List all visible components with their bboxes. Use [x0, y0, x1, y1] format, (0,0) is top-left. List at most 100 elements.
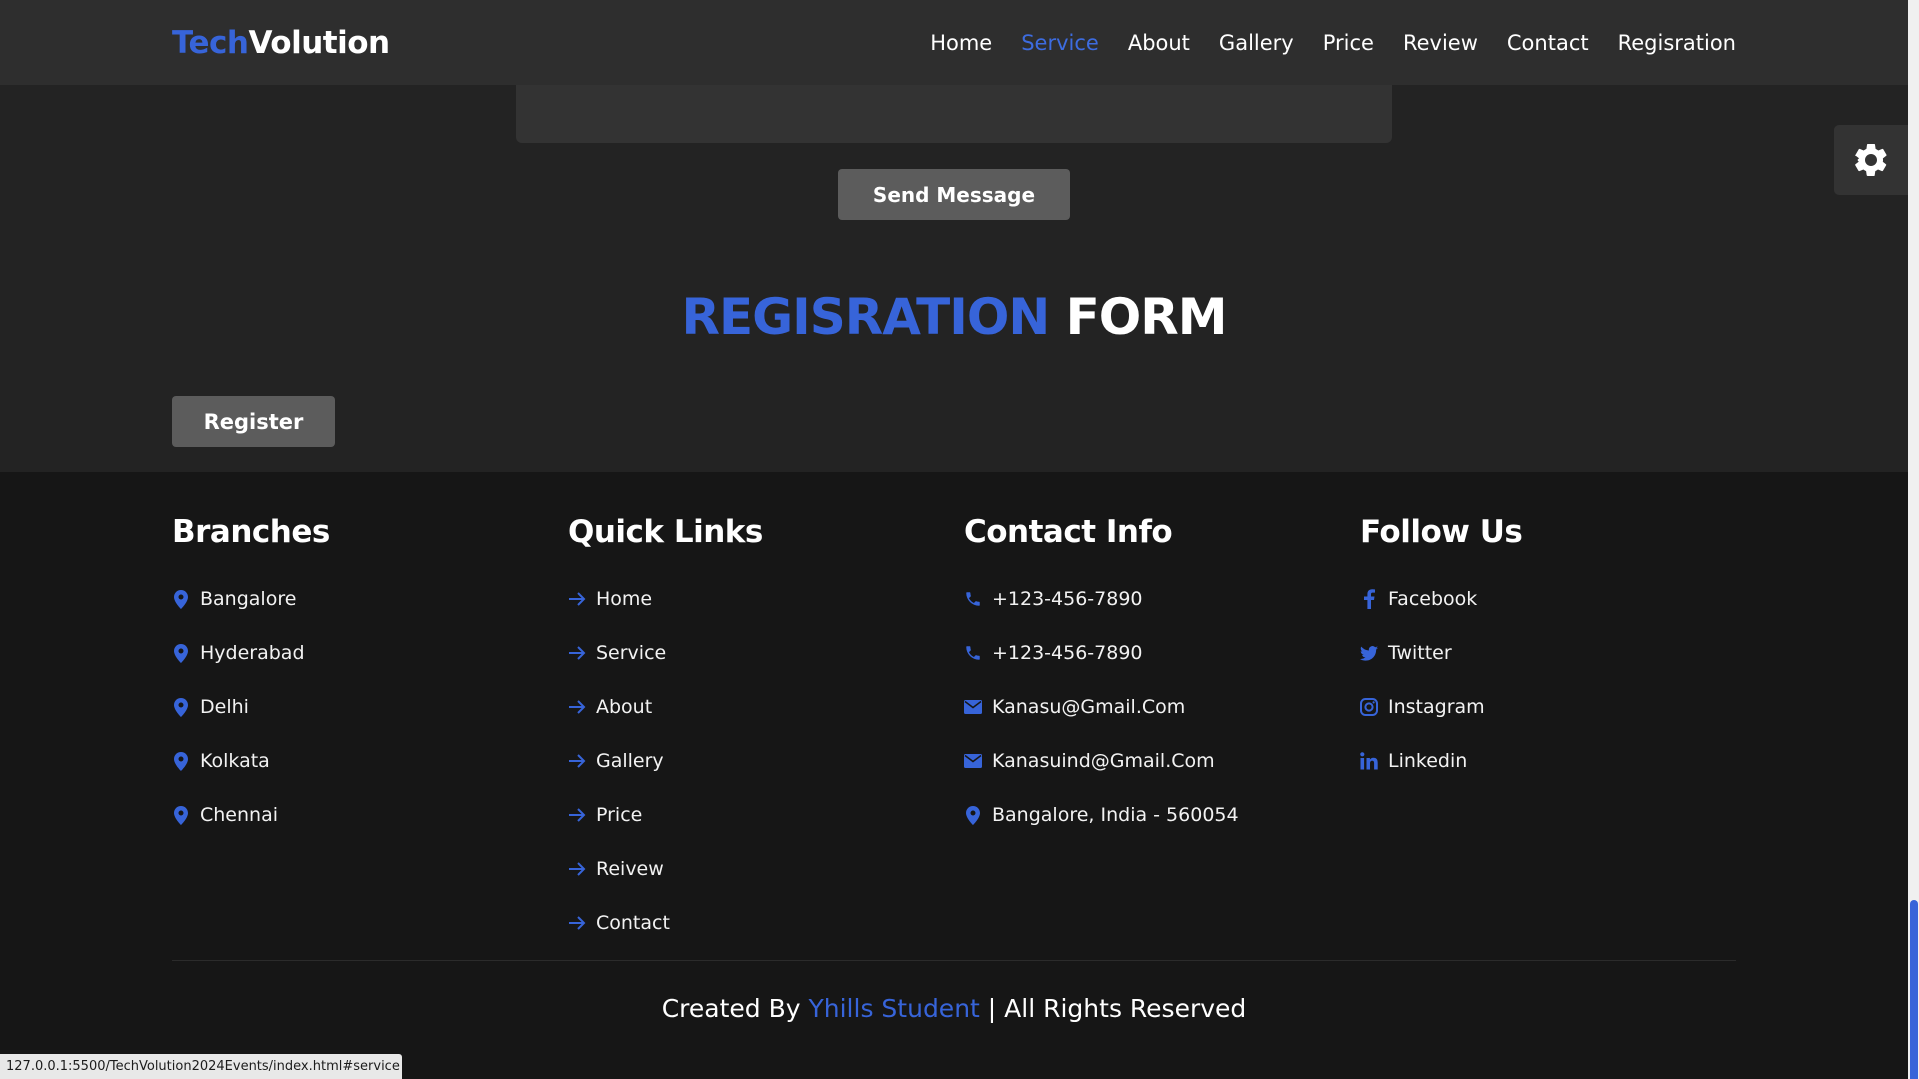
arrow-right-icon — [568, 859, 586, 879]
quick-link-item[interactable]: Service — [568, 626, 763, 680]
social-label: Facebook — [1388, 588, 1478, 610]
quick-link-item[interactable]: Contact — [568, 896, 763, 950]
branch-label: Hyderabad — [200, 642, 305, 664]
nav-link-service[interactable]: Service — [1021, 31, 1099, 55]
nav-link-price[interactable]: Price — [1323, 31, 1374, 55]
map-pin-icon — [172, 805, 190, 825]
contact-text: +123-456-7890 — [992, 588, 1143, 610]
credit-suffix: | All Rights Reserved — [987, 994, 1247, 1023]
contact-text: +123-456-7890 — [992, 642, 1143, 664]
arrow-right-icon — [568, 913, 586, 933]
quick-links-heading: Quick Links — [568, 514, 763, 550]
social-label: Twitter — [1388, 642, 1452, 664]
contact-item[interactable]: +123-456-7890 — [964, 626, 1239, 680]
main-nav: Home Service About Gallery Price Review … — [930, 31, 1736, 55]
quick-link-item[interactable]: Reivew — [568, 842, 763, 896]
instagram-icon — [1360, 697, 1378, 717]
map-pin-icon — [172, 589, 190, 609]
title-rest-text: FORM — [1065, 288, 1228, 346]
social-link-facebook[interactable]: Facebook — [1360, 572, 1522, 626]
arrow-right-icon — [568, 751, 586, 771]
settings-toggle-button[interactable] — [1834, 125, 1908, 195]
browser-status-url: 127.0.0.1:5500/TechVolution2024Events/in… — [0, 1054, 402, 1079]
twitter-icon — [1360, 643, 1378, 663]
contact-info-heading: Contact Info — [964, 514, 1173, 550]
send-message-button[interactable]: Send Message — [838, 169, 1070, 220]
branch-label: Chennai — [200, 804, 279, 826]
social-link-instagram[interactable]: Instagram — [1360, 680, 1522, 734]
quick-link-item[interactable]: About — [568, 680, 763, 734]
footer-credit: Created By Yhills Student | All Rights R… — [0, 994, 1908, 1023]
credit-prefix: Created By — [661, 994, 801, 1023]
contact-item[interactable]: +123-456-7890 — [964, 572, 1239, 626]
envelope-icon — [964, 697, 982, 717]
branch-label: Bangalore — [200, 588, 297, 610]
quick-link-label: Service — [596, 642, 667, 664]
scrollbar-thumb[interactable] — [1910, 900, 1918, 1079]
nav-link-regisration[interactable]: Regisration — [1618, 31, 1736, 55]
phone-icon — [964, 589, 982, 609]
branch-item[interactable]: Chennai — [172, 788, 330, 842]
register-button[interactable]: Register — [172, 396, 335, 447]
branches-column: Branches Bangalore Hyderabad Delhi Kolka… — [172, 514, 330, 842]
contact-info-column: Contact Info +123-456-7890 +123-456-7890… — [964, 514, 1239, 842]
contact-item[interactable]: Kanasu@Gmail.Com — [964, 680, 1239, 734]
arrow-right-icon — [568, 589, 586, 609]
site-footer: Branches Bangalore Hyderabad Delhi Kolka… — [0, 472, 1908, 1079]
contact-item[interactable]: Bangalore, India - 560054 — [964, 788, 1239, 842]
gear-icon — [1854, 143, 1887, 176]
branch-label: Kolkata — [200, 750, 270, 772]
arrow-right-icon — [568, 643, 586, 663]
social-link-twitter[interactable]: Twitter — [1360, 626, 1522, 680]
quick-link-item[interactable]: Home — [568, 572, 763, 626]
registration-section-title: REGISRATION FORM — [0, 288, 1908, 346]
nav-link-gallery[interactable]: Gallery — [1219, 31, 1294, 55]
quick-link-label: Gallery — [596, 750, 664, 772]
branch-item[interactable]: Hyderabad — [172, 626, 330, 680]
title-accent-text: REGISRATION — [681, 288, 1050, 346]
social-label: Instagram — [1388, 696, 1485, 718]
contact-text: Kanasuind@Gmail.Com — [992, 750, 1215, 772]
contact-text: Kanasu@Gmail.Com — [992, 696, 1186, 718]
map-pin-icon — [172, 643, 190, 663]
contact-text: Bangalore, India - 560054 — [992, 804, 1239, 826]
facebook-icon — [1360, 589, 1378, 609]
branch-item[interactable]: Bangalore — [172, 572, 330, 626]
contact-item[interactable]: Kanasuind@Gmail.Com — [964, 734, 1239, 788]
site-header: TechVolution Home Service About Gallery … — [0, 0, 1908, 85]
quick-links-column: Quick Links Home Service About Gallery P… — [568, 514, 763, 950]
quick-link-label: Reivew — [596, 858, 664, 880]
map-pin-icon — [172, 751, 190, 771]
branch-label: Delhi — [200, 696, 249, 718]
quick-link-label: Contact — [596, 912, 670, 934]
site-logo[interactable]: TechVolution — [172, 25, 390, 61]
map-pin-icon — [964, 805, 982, 825]
footer-divider — [172, 960, 1736, 961]
branch-item[interactable]: Delhi — [172, 680, 330, 734]
logo-accent-text: Tech — [172, 24, 249, 61]
branch-item[interactable]: Kolkata — [172, 734, 330, 788]
arrow-right-icon — [568, 805, 586, 825]
credit-author-link[interactable]: Yhills Student — [809, 994, 980, 1023]
follow-us-heading: Follow Us — [1360, 514, 1523, 550]
envelope-icon — [964, 751, 982, 771]
arrow-right-icon — [568, 697, 586, 717]
nav-link-review[interactable]: Review — [1403, 31, 1478, 55]
page: TechVolution Home Service About Gallery … — [0, 0, 1919, 1079]
linkedin-icon — [1360, 751, 1378, 771]
quick-link-label: About — [596, 696, 653, 718]
logo-text: Volution — [248, 24, 391, 61]
quick-link-label: Home — [596, 588, 653, 610]
quick-link-label: Price — [596, 804, 643, 826]
quick-link-item[interactable]: Price — [568, 788, 763, 842]
phone-icon — [964, 643, 982, 663]
map-pin-icon — [172, 697, 190, 717]
nav-link-home[interactable]: Home — [930, 31, 992, 55]
social-label: Linkedin — [1388, 750, 1468, 772]
nav-link-about[interactable]: About — [1128, 31, 1190, 55]
nav-link-contact[interactable]: Contact — [1507, 31, 1589, 55]
quick-link-item[interactable]: Gallery — [568, 734, 763, 788]
follow-us-column: Follow Us Facebook Twitter Instagram Lin… — [1360, 514, 1523, 788]
branches-heading: Branches — [172, 514, 330, 550]
social-link-linkedin[interactable]: Linkedin — [1360, 734, 1522, 788]
